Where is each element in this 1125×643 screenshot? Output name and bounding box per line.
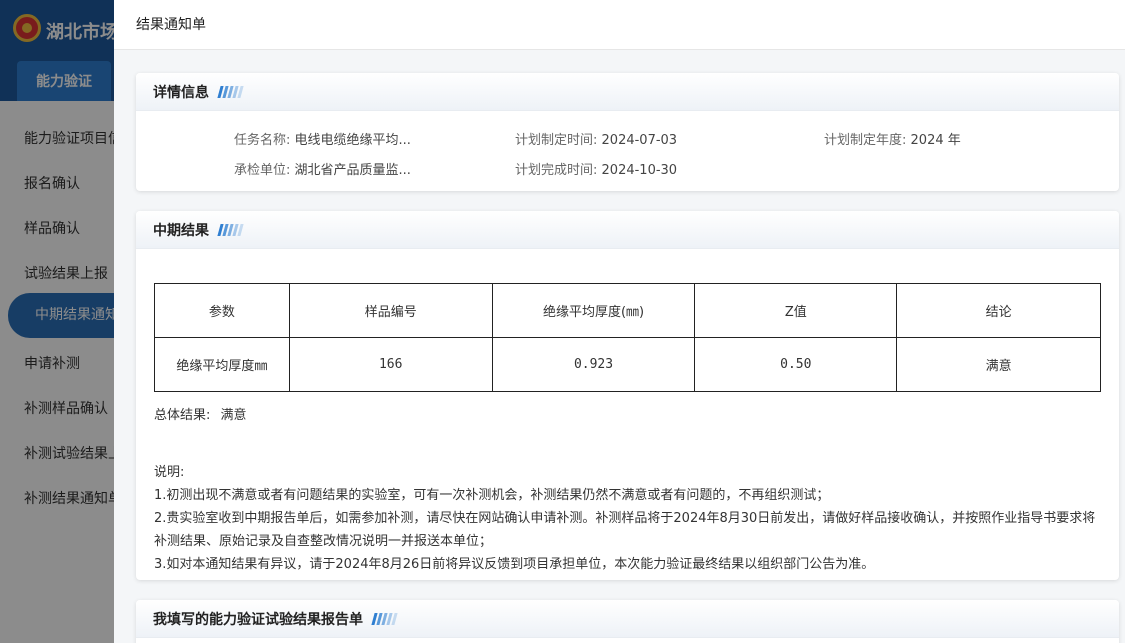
overall-result: 总体结果: 满意: [154, 404, 247, 423]
plan-year-label: 计划制定年度:: [824, 133, 907, 148]
details-grid: 任务名称: 电线电缆绝缘平均... 承检单位: 湖北省产品质量监... 计划制定…: [136, 111, 1119, 191]
unit-value: 湖北省产品质量监...: [294, 163, 411, 178]
cell-thickness: 0.923: [491, 337, 696, 392]
table-row: 绝缘平均厚度㎜ 166 0.923 0.50 满意: [154, 337, 1101, 392]
plan-time-label: 计划制定时间:: [515, 133, 598, 148]
result-notice-drawer: 结果通知单 详情信息 任务名称: 电线电缆绝缘平均... 承检单位: 湖北省产品…: [114, 0, 1125, 643]
cell-conclusion: 满意: [896, 337, 1101, 392]
stripes-icon: [217, 85, 244, 98]
plan-year-value: 2024 年: [910, 133, 961, 148]
col-header-conclusion: 结论: [896, 283, 1101, 338]
overall-result-label: 总体结果:: [154, 408, 211, 423]
task-name-field: 任务名称: 电线电缆绝缘平均...: [234, 129, 411, 148]
plan-year-field: 计划制定年度: 2024 年: [824, 129, 961, 148]
finish-time-field: 计划完成时间: 2024-10-30: [515, 159, 677, 178]
interim-heading: 中期结果: [153, 222, 209, 239]
notes-section: 说明: 1.初测出现不满意或者有问题结果的实验室，可有一次补测机会，补测结果仍然…: [154, 461, 1104, 576]
report-card: 我填写的能力验证试验结果报告单: [136, 600, 1119, 643]
cell-z-value: 0.50: [694, 337, 898, 392]
task-name-value: 电线电缆绝缘平均...: [294, 133, 411, 148]
note-item: 1.初测出现不满意或者有问题结果的实验室，可有一次补测机会，补测结果仍然不满意或…: [154, 488, 830, 503]
note-item: 2.贵实验室收到中期报告单后，如需参加补测，请尽快在网站确认申请补测。补测样品将…: [154, 511, 1096, 549]
unit-label: 承检单位:: [234, 163, 291, 178]
col-header-z-value: Z值: [694, 283, 898, 338]
overall-result-value: 满意: [220, 408, 247, 423]
plan-time-field: 计划制定时间: 2024-07-03: [515, 129, 677, 148]
result-table: 参数 样品编号 绝缘平均厚度(㎜) Z值 结论 绝缘平均厚度㎜ 166 0.92…: [154, 283, 1101, 392]
interim-card-header: 中期结果: [136, 211, 1119, 249]
finish-time-value: 2024-10-30: [601, 163, 678, 178]
table-header-row: 参数 样品编号 绝缘平均厚度(㎜) Z值 结论: [154, 283, 1101, 338]
col-header-parameter: 参数: [154, 283, 290, 338]
cell-sample-no: 166: [288, 337, 493, 392]
details-card-header: 详情信息: [136, 73, 1119, 111]
task-name-label: 任务名称:: [234, 133, 291, 148]
plan-time-value: 2024-07-03: [601, 133, 678, 148]
col-header-sample-no: 样品编号: [288, 283, 493, 338]
notes-title: 说明:: [154, 465, 185, 480]
cell-parameter: 绝缘平均厚度㎜: [154, 337, 290, 392]
col-header-thickness: 绝缘平均厚度(㎜): [491, 283, 696, 338]
note-item: 3.如对本通知结果有异议，请于2024年8月26日前将异议反馈到项目承担单位，本…: [154, 557, 875, 572]
unit-field: 承检单位: 湖北省产品质量监...: [234, 159, 411, 178]
stripes-icon: [371, 612, 398, 625]
report-card-header: 我填写的能力验证试验结果报告单: [136, 600, 1119, 638]
details-heading: 详情信息: [153, 84, 209, 101]
stripes-icon: [217, 223, 244, 236]
finish-time-label: 计划完成时间:: [515, 163, 598, 178]
details-card: 详情信息 任务名称: 电线电缆绝缘平均... 承检单位: 湖北省产品质量监...…: [136, 73, 1119, 191]
report-heading: 我填写的能力验证试验结果报告单: [153, 611, 363, 628]
drawer-title: 结果通知单: [114, 0, 1125, 50]
interim-result-card: 中期结果 参数 样品编号 绝缘平均厚度(㎜) Z值 结论 绝缘平均厚度㎜ 166…: [136, 211, 1119, 580]
